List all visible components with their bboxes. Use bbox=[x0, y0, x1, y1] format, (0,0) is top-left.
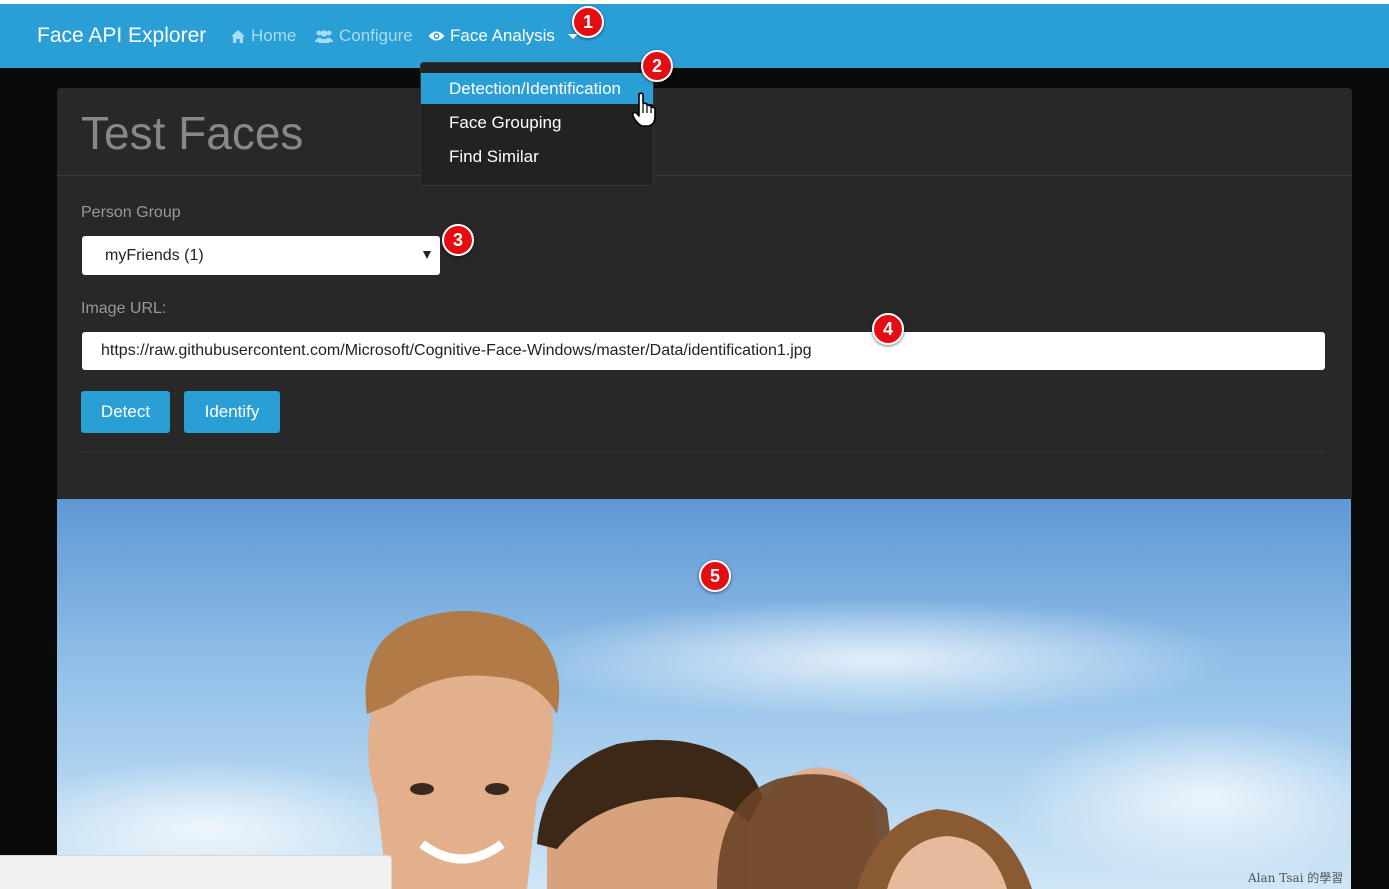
face-analysis-menu: Detection/Identification Face Grouping F… bbox=[420, 62, 654, 186]
page-title: Test Faces bbox=[81, 107, 304, 159]
home-icon bbox=[231, 29, 245, 43]
panel-heading: Test Faces bbox=[57, 88, 1352, 176]
users-icon bbox=[315, 29, 333, 43]
nav-face-analysis-dropdown[interactable]: Face Analysis bbox=[428, 25, 578, 47]
annotation-marker-1: 1 bbox=[572, 6, 604, 38]
person-group-label: Person Group bbox=[81, 204, 181, 221]
face-image bbox=[57, 499, 1351, 889]
annotation-marker-3: 3 bbox=[442, 224, 474, 256]
test-faces-panel: Test Faces Person Group myFriends (1) Im… bbox=[57, 88, 1352, 500]
brand-title[interactable]: Face API Explorer bbox=[37, 23, 206, 49]
nav-home-label: Home bbox=[251, 26, 297, 45]
annotation-marker-2: 2 bbox=[641, 50, 673, 82]
select-arrow-icon bbox=[423, 251, 431, 259]
browser-status-bar bbox=[0, 855, 392, 889]
image-url-input[interactable]: https://raw.githubusercontent.com/Micros… bbox=[82, 332, 1325, 370]
caret-down-icon bbox=[567, 33, 578, 39]
annotation-marker-5: 5 bbox=[699, 560, 731, 592]
identify-button[interactable]: Identify bbox=[184, 391, 280, 433]
eye-icon bbox=[428, 31, 445, 41]
menu-item-find-similar[interactable]: Find Similar bbox=[421, 141, 653, 172]
nav-configure-label: Configure bbox=[339, 26, 413, 45]
nav-home-link[interactable]: Home bbox=[230, 25, 296, 47]
watermark: Alan Tsai 的學習 bbox=[1248, 871, 1344, 885]
annotation-marker-4: 4 bbox=[872, 313, 904, 345]
image-url-label: Image URL: bbox=[81, 300, 167, 317]
hand-cursor-icon bbox=[630, 92, 658, 133]
divider bbox=[81, 452, 1326, 453]
person-group-select[interactable]: myFriends (1) bbox=[82, 236, 440, 275]
nav-configure-link[interactable]: Configure bbox=[314, 25, 413, 47]
menu-item-face-grouping[interactable]: Face Grouping bbox=[421, 107, 653, 138]
nav-face-analysis-label: Face Analysis bbox=[450, 26, 555, 45]
detect-button[interactable]: Detect bbox=[81, 391, 170, 433]
person-group-value: myFriends (1) bbox=[105, 247, 204, 264]
navbar: Face API Explorer Home Configure Face An… bbox=[0, 4, 1389, 68]
menu-item-detection-identification[interactable]: Detection/Identification bbox=[421, 73, 653, 104]
